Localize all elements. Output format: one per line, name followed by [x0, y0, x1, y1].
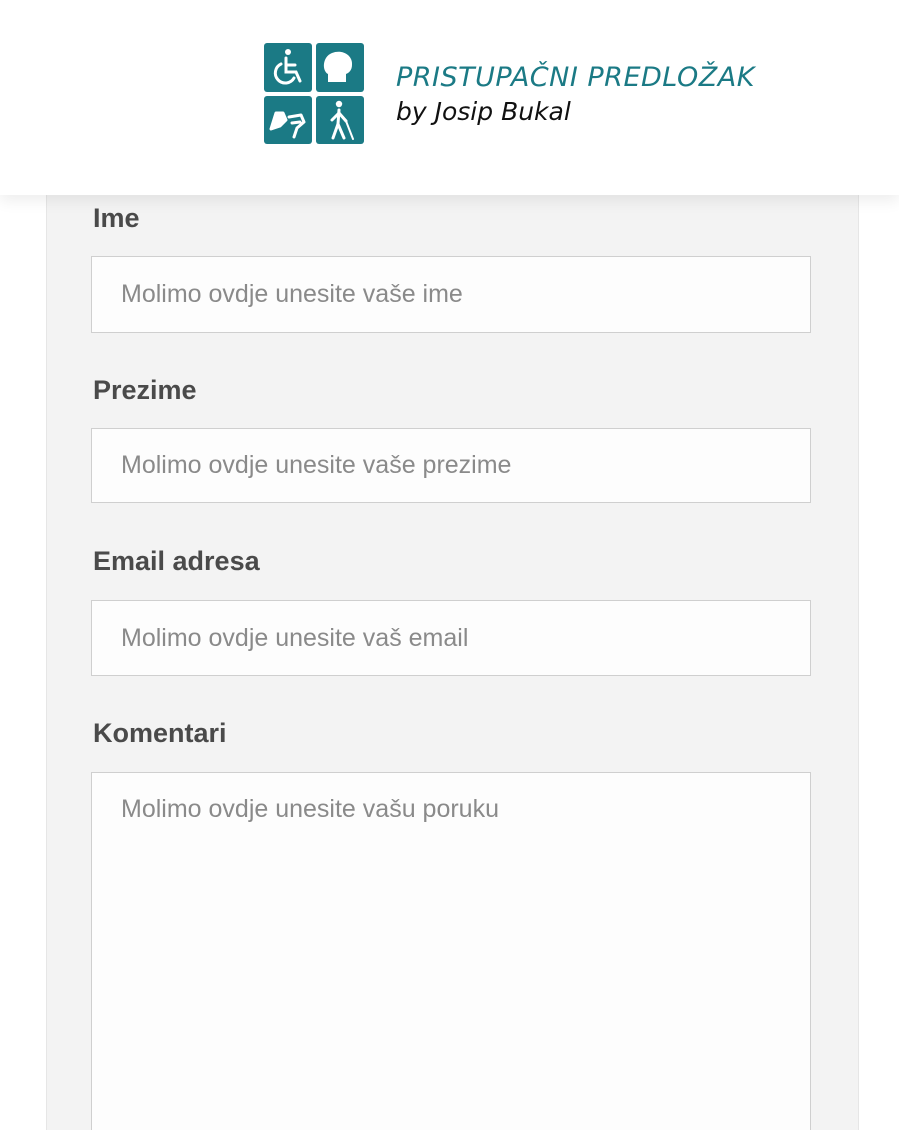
page: PRISTUPAČNI PREDLOŽAK by Josip Bukal Ime… [0, 0, 899, 1130]
site-header: PRISTUPAČNI PREDLOŽAK by Josip Bukal [0, 0, 899, 195]
last-name-input[interactable] [91, 428, 811, 503]
email-input[interactable] [91, 600, 811, 676]
comments-label: Komentari [93, 718, 227, 748]
accessibility-logo [264, 43, 364, 144]
first-name-label: Ime [93, 203, 140, 233]
site-subtitle: by Josip Bukal [396, 96, 571, 126]
last-name-label: Prezime [93, 375, 197, 405]
home-logo-link[interactable]: PRISTUPAČNI PREDLOŽAK by Josip Bukal [264, 43, 755, 144]
comments-textarea[interactable] [91, 772, 811, 1130]
first-name-input[interactable] [91, 256, 811, 333]
contact-form: Ime Prezime Email adresa Komentari [46, 190, 859, 1130]
email-label: Email adresa [93, 546, 260, 576]
site-title: PRISTUPAČNI PREDLOŽAK [396, 62, 755, 94]
